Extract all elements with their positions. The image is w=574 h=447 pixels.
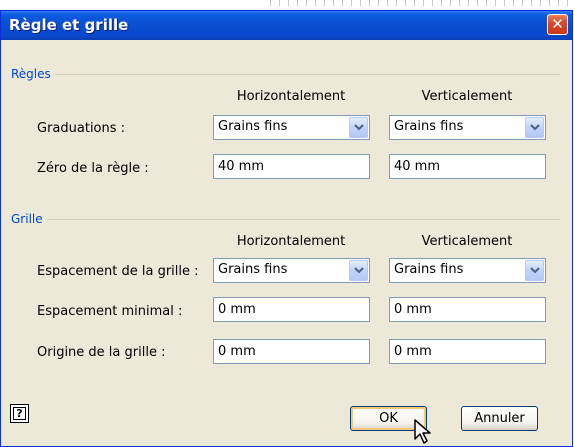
rules-col-horizontal: Horizontalement <box>236 89 346 104</box>
grid-origin-label: Origine de la grille : <box>37 345 166 360</box>
background-ruler-dots <box>270 0 570 6</box>
graduations-label: Graduations : <box>37 121 126 136</box>
grid-group-label: Grille <box>11 212 47 226</box>
grid-origin-horizontal-value: 0 mm <box>218 344 256 359</box>
help-icon: ? <box>13 407 26 420</box>
graduations-horizontal-select[interactable]: Grains fins <box>213 115 370 140</box>
min-spacing-label: Espacement minimal : <box>37 304 183 319</box>
grid-origin-vertical-value: 0 mm <box>394 344 432 359</box>
cancel-button[interactable]: Annuler <box>461 406 538 431</box>
close-button[interactable]: ✕ <box>547 14 568 35</box>
rules-group-label: Règles <box>11 67 55 81</box>
chevron-down-icon[interactable] <box>525 117 544 138</box>
chevron-down-icon[interactable] <box>349 260 368 281</box>
min-spacing-horizontal-value: 0 mm <box>218 302 256 317</box>
rules-group-line <box>11 74 560 75</box>
grid-origin-vertical-field[interactable]: 0 mm <box>389 339 546 364</box>
graduations-vertical-value: Grains fins <box>394 119 464 134</box>
grid-col-horizontal: Horizontalement <box>236 234 346 249</box>
zero-horizontal-field[interactable]: 40 mm <box>213 154 370 179</box>
grid-origin-horizontal-field[interactable]: 0 mm <box>213 339 370 364</box>
grid-spacing-horizontal-value: Grains fins <box>218 262 288 277</box>
grid-spacing-vertical-select[interactable]: Grains fins <box>389 258 546 283</box>
grid-spacing-label: Espacement de la grille : <box>37 264 199 279</box>
close-icon: ✕ <box>551 15 564 33</box>
grid-group-line <box>11 219 560 220</box>
graduations-vertical-select[interactable]: Grains fins <box>389 115 546 140</box>
rules-col-vertical: Verticalement <box>421 89 513 104</box>
zero-horizontal-value: 40 mm <box>218 159 265 174</box>
zero-label: Zéro de la règle : <box>37 161 149 176</box>
title-bar[interactable]: Règle et grille ✕ <box>1 11 572 40</box>
grid-col-vertical: Verticalement <box>421 234 513 249</box>
grid-spacing-vertical-value: Grains fins <box>394 262 464 277</box>
mouse-pointer-icon <box>414 419 431 444</box>
grid-spacing-horizontal-select[interactable]: Grains fins <box>213 258 370 283</box>
graduations-horizontal-value: Grains fins <box>218 119 288 134</box>
min-spacing-vertical-field[interactable]: 0 mm <box>389 297 546 322</box>
min-spacing-horizontal-field[interactable]: 0 mm <box>213 297 370 322</box>
chevron-down-icon[interactable] <box>525 260 544 281</box>
chevron-down-icon[interactable] <box>349 117 368 138</box>
help-button[interactable]: ? <box>10 404 29 423</box>
zero-vertical-field[interactable]: 40 mm <box>389 154 546 179</box>
zero-vertical-value: 40 mm <box>394 159 441 174</box>
ruler-grid-dialog: Règle et grille ✕ Règles Horizontalement… <box>0 10 573 447</box>
min-spacing-vertical-value: 0 mm <box>394 302 432 317</box>
dialog-title: Règle et grille <box>9 16 129 34</box>
